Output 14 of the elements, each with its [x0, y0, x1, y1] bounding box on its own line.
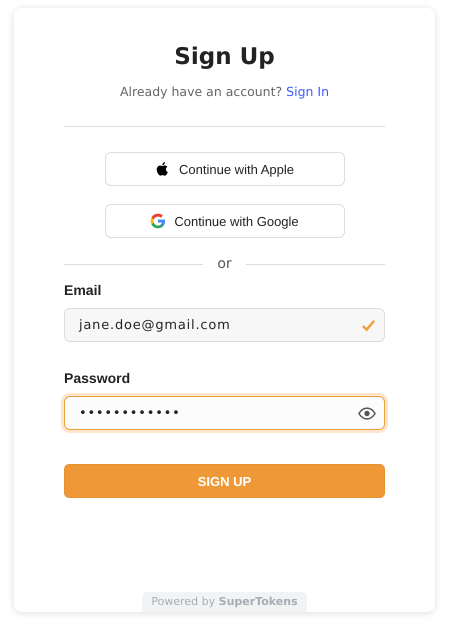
powered-by-badge: Powered by SuperTokens — [142, 592, 307, 612]
sign-in-link[interactable]: Sign In — [286, 84, 330, 99]
eye-icon[interactable] — [358, 406, 376, 420]
provider-button[interactable]: Continue with Google — [104, 204, 344, 238]
password-field[interactable]: •••••••••••• — [64, 396, 385, 430]
google-icon — [150, 213, 166, 229]
divider-text: or — [217, 256, 232, 272]
subtitle-text: Already have an account? — [120, 84, 282, 99]
email-field[interactable]: jane.doe@gmail.com — [64, 308, 385, 342]
field-label: Password — [64, 370, 132, 386]
provider-button[interactable]: Continue with Apple — [104, 152, 344, 186]
field-label: Email — [64, 282, 102, 298]
page-title: Sign Up — [174, 43, 275, 72]
checkmark-icon — [361, 318, 376, 332]
